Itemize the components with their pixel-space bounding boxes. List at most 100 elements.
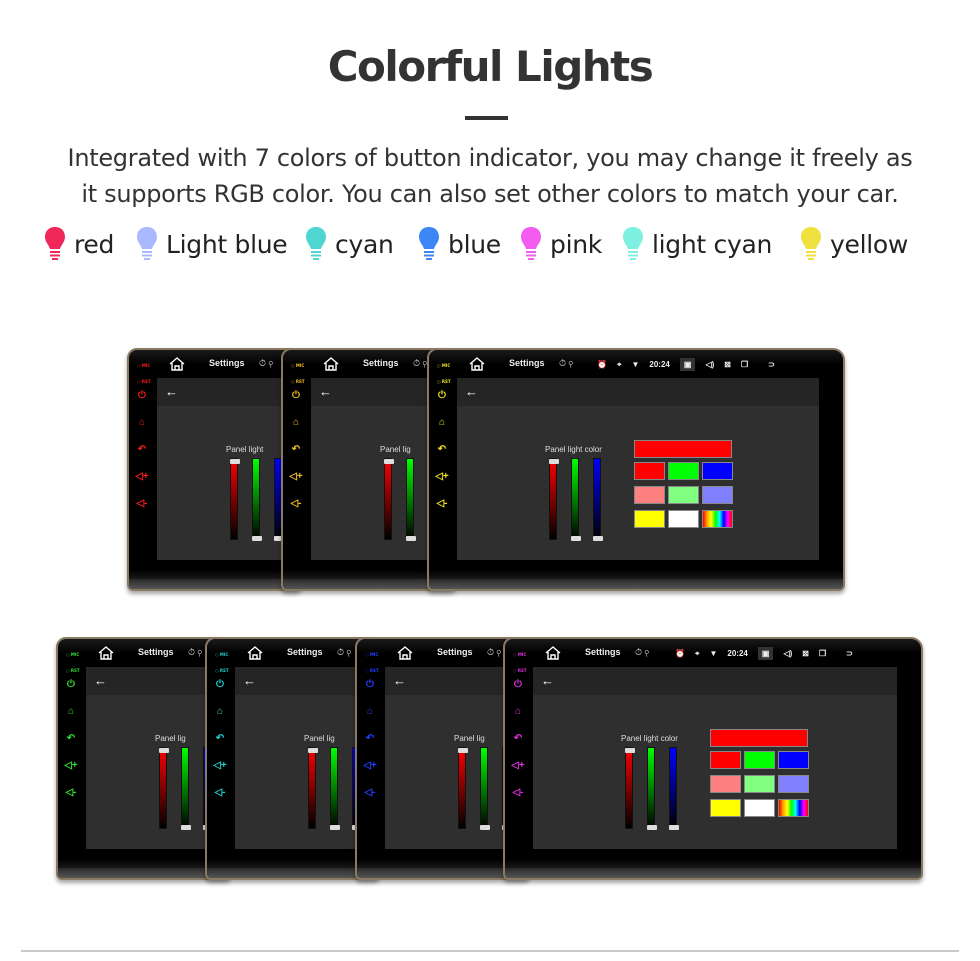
back-arrow-icon[interactable]: ← <box>465 384 478 399</box>
home-icon[interactable]: ⌂ <box>135 417 149 429</box>
volume-down-icon[interactable]: ◁- <box>213 787 227 799</box>
green-slider-knob[interactable] <box>252 536 262 541</box>
home-icon[interactable] <box>169 356 185 372</box>
home-icon[interactable]: ⌂ <box>289 417 303 429</box>
home-icon[interactable] <box>469 356 485 372</box>
red-slider[interactable] <box>308 747 318 829</box>
home-icon[interactable] <box>247 645 263 661</box>
back-icon[interactable]: ↶ <box>363 733 377 745</box>
volume-down-icon[interactable]: ◁- <box>289 498 303 510</box>
back-icon[interactable]: ↶ <box>511 733 525 745</box>
close-app-icon[interactable]: ⊠ <box>802 649 809 658</box>
back-icon[interactable]: ↶ <box>64 733 78 745</box>
power-icon[interactable]: ⏻ <box>64 679 78 691</box>
color-swatch[interactable] <box>668 510 699 528</box>
color-swatch[interactable] <box>778 799 809 817</box>
color-swatch[interactable] <box>778 775 809 793</box>
red-slider[interactable] <box>549 458 559 540</box>
power-icon[interactable]: ⏻ <box>213 679 227 691</box>
color-swatch[interactable] <box>744 751 775 769</box>
red-slider-knob[interactable] <box>159 748 169 753</box>
green-slider[interactable] <box>181 747 191 830</box>
green-slider-knob[interactable] <box>330 825 340 830</box>
red-slider[interactable] <box>458 747 468 829</box>
color-swatch[interactable] <box>744 799 775 817</box>
volume-down-icon[interactable]: ◁- <box>363 787 377 799</box>
recent-apps-icon[interactable]: ❐ <box>741 360 748 369</box>
back-icon[interactable]: ↶ <box>135 444 149 456</box>
screenshot-icon[interactable]: ▣ <box>679 358 696 371</box>
power-icon[interactable]: ⏻ <box>135 390 149 402</box>
color-swatch[interactable] <box>668 462 699 480</box>
red-slider[interactable] <box>384 458 394 540</box>
volume-up-icon[interactable]: ◁+ <box>435 471 449 483</box>
color-swatch[interactable] <box>710 751 741 769</box>
swatch-current[interactable] <box>710 729 808 747</box>
red-slider-knob[interactable] <box>384 459 394 464</box>
volume-up-icon[interactable]: ◁+ <box>135 471 149 483</box>
green-slider[interactable] <box>406 458 416 541</box>
green-slider[interactable] <box>252 458 262 541</box>
home-icon[interactable]: ⌂ <box>64 706 78 718</box>
blue-slider[interactable] <box>593 458 603 541</box>
screenshot-icon[interactable]: ▣ <box>757 647 774 660</box>
volume-down-icon[interactable]: ◁- <box>435 498 449 510</box>
volume-up-icon[interactable]: ◁+ <box>363 760 377 772</box>
green-slider-knob[interactable] <box>406 536 416 541</box>
volume-down-icon[interactable]: ◁- <box>511 787 525 799</box>
volume-up-icon[interactable]: ◁+ <box>289 471 303 483</box>
blue-slider[interactable] <box>669 747 679 830</box>
volume-icon[interactable]: ◁) <box>783 649 792 658</box>
green-slider-knob[interactable] <box>480 825 490 830</box>
blue-slider-knob[interactable] <box>669 825 679 830</box>
green-slider[interactable] <box>571 458 581 541</box>
volume-up-icon[interactable]: ◁+ <box>511 760 525 772</box>
power-icon[interactable]: ⏻ <box>511 679 525 691</box>
back-icon[interactable]: ↶ <box>213 733 227 745</box>
power-icon[interactable]: ⏻ <box>289 390 303 402</box>
back-arrow-icon[interactable]: ← <box>319 384 332 399</box>
back-arrow-icon[interactable]: ← <box>541 673 554 688</box>
volume-up-icon[interactable]: ◁+ <box>64 760 78 772</box>
red-slider[interactable] <box>625 747 635 829</box>
red-slider-knob[interactable] <box>230 459 240 464</box>
red-slider[interactable] <box>159 747 169 829</box>
red-slider[interactable] <box>230 458 240 540</box>
red-slider-knob[interactable] <box>625 748 635 753</box>
red-slider-knob[interactable] <box>308 748 318 753</box>
back-arrow-icon[interactable]: ← <box>94 673 107 688</box>
color-swatch[interactable] <box>710 775 741 793</box>
volume-icon[interactable]: ◁) <box>705 360 714 369</box>
volume-down-icon[interactable]: ◁- <box>64 787 78 799</box>
back-arrow-icon[interactable]: ← <box>243 673 256 688</box>
back-icon[interactable]: ↶ <box>289 444 303 456</box>
color-swatch[interactable] <box>702 510 733 528</box>
color-swatch[interactable] <box>744 775 775 793</box>
color-swatch[interactable] <box>702 486 733 504</box>
green-slider-knob[interactable] <box>571 536 581 541</box>
back-nav-icon[interactable]: ⊃ <box>768 360 775 369</box>
color-swatch[interactable] <box>634 462 665 480</box>
red-slider-knob[interactable] <box>458 748 468 753</box>
back-arrow-icon[interactable]: ← <box>393 673 406 688</box>
home-icon[interactable]: ⌂ <box>435 417 449 429</box>
close-app-icon[interactable]: ⊠ <box>724 360 731 369</box>
volume-down-icon[interactable]: ◁- <box>135 498 149 510</box>
back-nav-icon[interactable]: ⊃ <box>846 649 853 658</box>
blue-slider-knob[interactable] <box>593 536 603 541</box>
green-slider[interactable] <box>647 747 657 830</box>
volume-up-icon[interactable]: ◁+ <box>213 760 227 772</box>
home-icon[interactable] <box>397 645 413 661</box>
home-icon[interactable] <box>323 356 339 372</box>
power-icon[interactable]: ⏻ <box>435 390 449 402</box>
color-swatch[interactable] <box>702 462 733 480</box>
power-icon[interactable]: ⏻ <box>363 679 377 691</box>
swatch-current[interactable] <box>634 440 732 458</box>
green-slider[interactable] <box>480 747 490 830</box>
color-swatch[interactable] <box>634 486 665 504</box>
home-icon[interactable]: ⌂ <box>363 706 377 718</box>
color-swatch[interactable] <box>668 486 699 504</box>
back-arrow-icon[interactable]: ← <box>165 384 178 399</box>
back-icon[interactable]: ↶ <box>435 444 449 456</box>
home-icon[interactable]: ⌂ <box>511 706 525 718</box>
